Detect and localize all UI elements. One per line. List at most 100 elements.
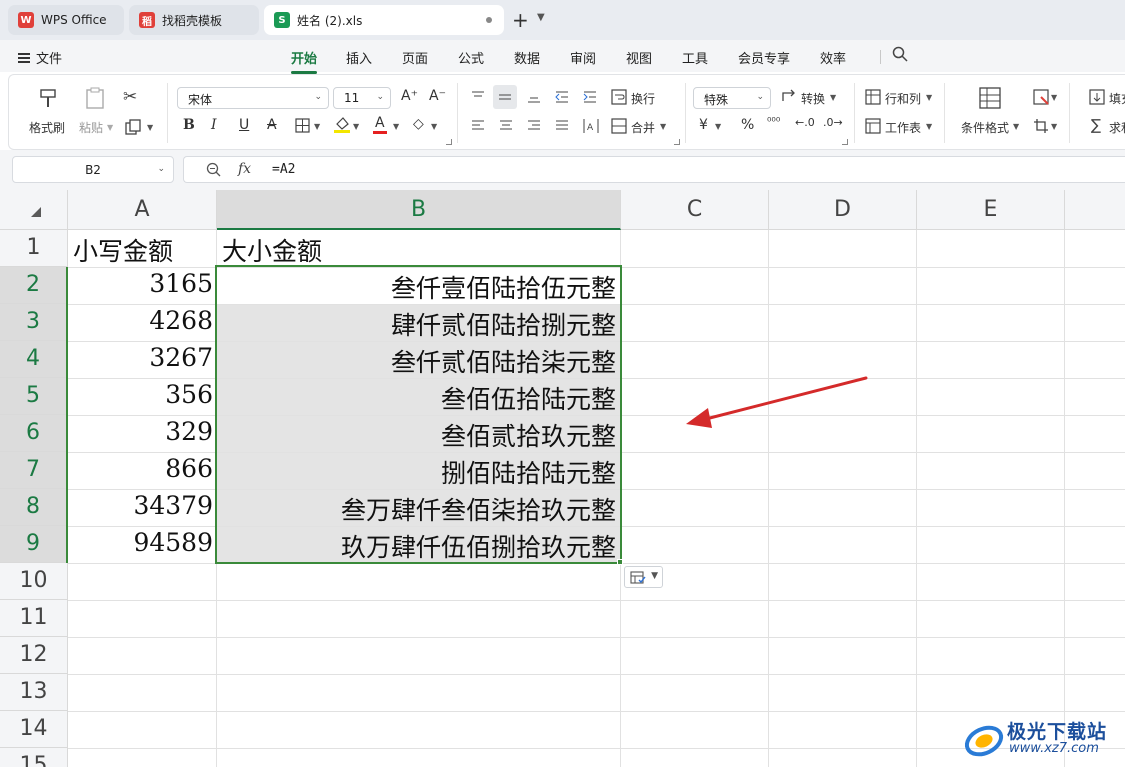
tab-member[interactable]: 会员专享 <box>738 48 790 67</box>
tab-review[interactable]: 审阅 <box>570 48 596 67</box>
chevron-down-icon[interactable]: ⌄ <box>157 164 165 174</box>
zoom-icon[interactable] <box>206 162 222 178</box>
column-header-c[interactable]: C <box>621 190 769 230</box>
percent-icon[interactable]: % <box>741 117 754 133</box>
increase-decimal-icon[interactable]: ←.0 <box>795 116 815 129</box>
font-group-launcher-icon[interactable] <box>446 139 452 145</box>
cell-a7[interactable]: 866 <box>68 452 217 489</box>
worksheet-icon[interactable] <box>865 118 881 134</box>
column-header-e[interactable]: E <box>917 190 1065 230</box>
row-header[interactable]: 5 <box>0 378 68 415</box>
wrap-text-label[interactable]: 换行 <box>631 90 655 107</box>
cell-style-icon[interactable] <box>1033 89 1049 105</box>
function-icon[interactable]: fx <box>238 161 251 177</box>
chevron-down-icon[interactable]: ▼ <box>393 122 399 131</box>
rows-columns-icon[interactable] <box>865 89 881 105</box>
column-header-b[interactable]: B <box>217 190 621 230</box>
number-group-launcher-icon[interactable] <box>842 139 848 145</box>
borders-icon[interactable] <box>295 118 310 133</box>
cell-a3[interactable]: 4268 <box>68 304 217 341</box>
align-left-icon[interactable] <box>471 120 485 132</box>
spreadsheet-grid[interactable]: A B C D E 1 2 3 4 5 6 7 8 9 10 11 12 13 … <box>0 190 1125 767</box>
cut-icon[interactable]: ✂ <box>123 87 137 107</box>
tab-formulas[interactable]: 公式 <box>458 48 484 67</box>
tab-wps-office[interactable]: W WPS Office <box>8 5 124 35</box>
chevron-down-icon[interactable]: ▼ <box>715 122 721 131</box>
chevron-down-icon[interactable]: ▼ <box>1051 93 1057 102</box>
row-header[interactable]: 7 <box>0 452 68 489</box>
align-center-icon[interactable] <box>499 120 513 132</box>
row-header[interactable]: 14 <box>0 711 68 748</box>
column-header-a[interactable]: A <box>68 190 217 230</box>
conditional-format-icon[interactable] <box>979 87 1001 109</box>
tab-view[interactable]: 视图 <box>626 48 652 67</box>
chevron-down-icon[interactable]: ▼ <box>314 122 320 131</box>
justify-icon[interactable] <box>555 120 569 132</box>
cell-b9[interactable]: 玖万肆仟伍佰捌拾玖元整 <box>217 526 620 563</box>
decrease-indent-icon[interactable] <box>555 91 569 103</box>
convert-label[interactable]: 转换 <box>801 90 825 107</box>
fill-color-icon[interactable] <box>333 116 351 134</box>
row-header[interactable]: 11 <box>0 600 68 637</box>
align-middle-button[interactable] <box>493 85 517 109</box>
merge-label[interactable]: 合并 <box>631 119 655 136</box>
cell-a5[interactable]: 356 <box>68 378 217 415</box>
font-name-select[interactable]: 宋体 ⌄ <box>177 87 329 109</box>
row-header[interactable]: 9 <box>0 526 68 563</box>
align-bottom-icon[interactable] <box>527 91 541 103</box>
tab-home[interactable]: 开始 <box>291 48 318 74</box>
select-all-corner[interactable] <box>0 190 68 230</box>
increase-font-icon[interactable]: A⁺ <box>401 88 418 104</box>
row-header[interactable]: 4 <box>0 341 68 378</box>
cell-a6[interactable]: 329 <box>68 415 217 452</box>
eraser-icon[interactable]: ◇ <box>413 116 424 132</box>
chevron-down-icon[interactable]: ▼ <box>926 93 932 102</box>
cell-b7[interactable]: 捌佰陆拾陆元整 <box>217 452 620 489</box>
chevron-down-icon[interactable]: ▼ <box>1013 122 1019 131</box>
file-menu[interactable]: 文件 <box>18 48 62 67</box>
search-icon[interactable] <box>892 46 908 62</box>
worksheet-label[interactable]: 工作表 <box>885 119 921 136</box>
formula-input[interactable]: fx =A2 <box>183 156 1125 183</box>
cell-b5[interactable]: 叁佰伍拾陆元整 <box>217 378 620 415</box>
tab-insert[interactable]: 插入 <box>346 48 372 67</box>
row-header[interactable]: 3 <box>0 304 68 341</box>
paste-options-button[interactable]: ▼ <box>624 566 663 588</box>
format-painter-label[interactable]: 格式刷 <box>29 119 65 136</box>
font-size-select[interactable]: 11 ⌄ <box>333 87 391 109</box>
chevron-down-icon[interactable]: ▼ <box>147 123 153 132</box>
cell-a8[interactable]: 34379 <box>68 489 217 526</box>
strikethrough-icon[interactable]: A <box>267 117 277 133</box>
chevron-down-icon[interactable]: ▼ <box>830 93 836 102</box>
font-color-icon[interactable]: A <box>375 115 385 131</box>
currency-icon[interactable]: ¥ <box>699 117 708 133</box>
tab-tools[interactable]: 工具 <box>682 48 708 67</box>
row-header[interactable]: 8 <box>0 489 68 526</box>
convert-icon[interactable] <box>781 89 797 105</box>
merge-cells-icon[interactable] <box>611 118 627 134</box>
align-group-launcher-icon[interactable] <box>674 139 680 145</box>
crop-icon[interactable] <box>1033 118 1049 134</box>
align-top-icon[interactable] <box>471 91 485 103</box>
sum-label[interactable]: 求和 <box>1109 119 1125 136</box>
italic-icon[interactable]: I <box>211 117 217 133</box>
decrease-font-icon[interactable]: A⁻ <box>429 88 446 104</box>
rows-columns-label[interactable]: 行和列 <box>885 90 921 107</box>
cell-a9[interactable]: 94589 <box>68 526 217 563</box>
row-header[interactable]: 1 <box>0 230 68 267</box>
wrap-text-icon[interactable] <box>611 89 627 105</box>
increase-indent-icon[interactable] <box>583 91 597 103</box>
copy-icon[interactable] <box>125 119 141 135</box>
new-tab-plus-icon[interactable]: + <box>512 8 529 32</box>
row-header[interactable]: 13 <box>0 674 68 711</box>
cell-a4[interactable]: 3267 <box>68 341 217 378</box>
column-header-d[interactable]: D <box>769 190 917 230</box>
sum-icon[interactable]: ∑ <box>1091 116 1101 134</box>
tab-template[interactable]: 稻 找稻壳模板 <box>129 5 259 35</box>
format-painter-icon[interactable] <box>37 87 59 109</box>
chevron-down-icon[interactable]: ▼ <box>107 123 113 132</box>
fill-handle[interactable] <box>617 559 623 565</box>
paste-label[interactable]: 粘贴 <box>79 119 103 136</box>
tab-page[interactable]: 页面 <box>402 48 428 67</box>
row-header[interactable]: 15 <box>0 748 68 767</box>
